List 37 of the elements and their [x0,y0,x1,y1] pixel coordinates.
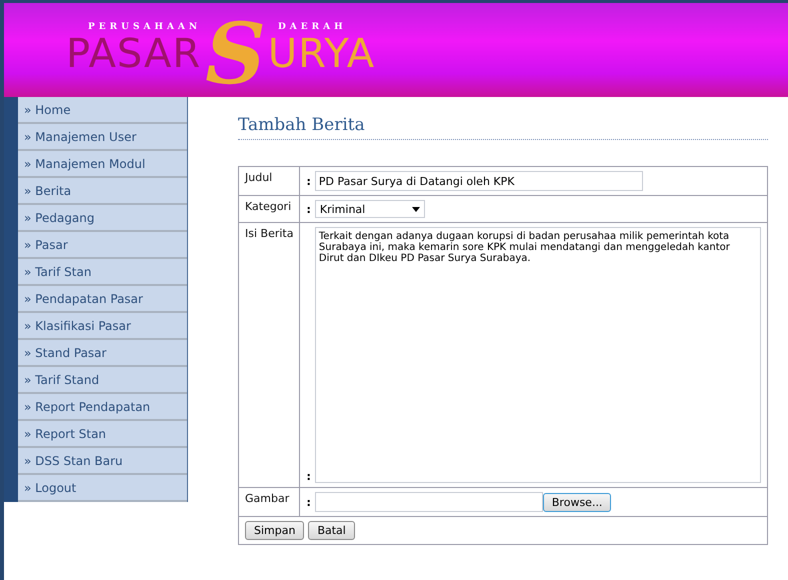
sidebar-item[interactable]: » Pasar [18,232,187,259]
colon: : [306,174,311,188]
caret-icon [412,206,420,212]
sidebar-item[interactable]: » Berita [18,178,187,205]
sidebar-item[interactable]: » Manajemen Modul [18,151,187,178]
colon: : [306,202,311,216]
logo-text: PERUSAHAAN [88,22,202,32]
logo-text: URYA [268,34,376,74]
form-button[interactable]: Simpan [245,521,304,540]
sidebar-item[interactable]: » Report Pendapatan [18,394,187,421]
colon: : [306,470,311,483]
sidebar-item[interactable]: » DSS Stan Baru [18,448,187,475]
logo-initial: S [205,12,266,96]
category-select[interactable]: Kriminal [314,200,425,218]
browse-button[interactable]: Browse... [542,492,612,512]
field-label: Kategori [245,200,292,213]
sidebar-item[interactable]: » Tarif Stan [18,259,187,286]
sidebar-item[interactable]: » Pendapatan Pasar [18,286,187,313]
sidebar-item[interactable]: » Manajemen User [18,124,187,151]
file-input[interactable] [314,492,543,512]
form-button[interactable]: Batal [308,521,355,540]
sidebar-item[interactable]: » Report Stan [18,421,187,448]
sidebar-item[interactable]: » Stand Pasar [18,340,187,367]
sidebar-item[interactable]: » Home [18,97,187,124]
page-title: Tambah Berita [238,115,768,140]
sidebar-item[interactable]: » Pedagang [18,205,187,232]
logo-text: PASAR [66,34,202,74]
field-label: Isi Berita [245,227,294,240]
logo-text: DAERAH [278,22,347,32]
sidebar-item[interactable]: » Logout [18,475,187,502]
field-label: Gambar [245,492,290,505]
title-input[interactable]: PD Pasar Surya di Datangi oleh KPK [314,171,643,191]
colon: : [306,496,311,508]
field-label: Judul [245,171,272,184]
sidebar-item[interactable]: » Tarif Stand [18,367,187,394]
content-textarea[interactable]: Terkait dengan adanya dugaan korupsi di badan perusahaa milik pemerintah kota Surabaya ini, maka kemarin sore KPK mulai mendatangi dan menggeledah kantor Dirut dan DIkeu PD Pasar Surya Surabaya. [314,227,761,483]
sidebar-item[interactable]: » Klasifikasi Pasar [18,313,187,340]
